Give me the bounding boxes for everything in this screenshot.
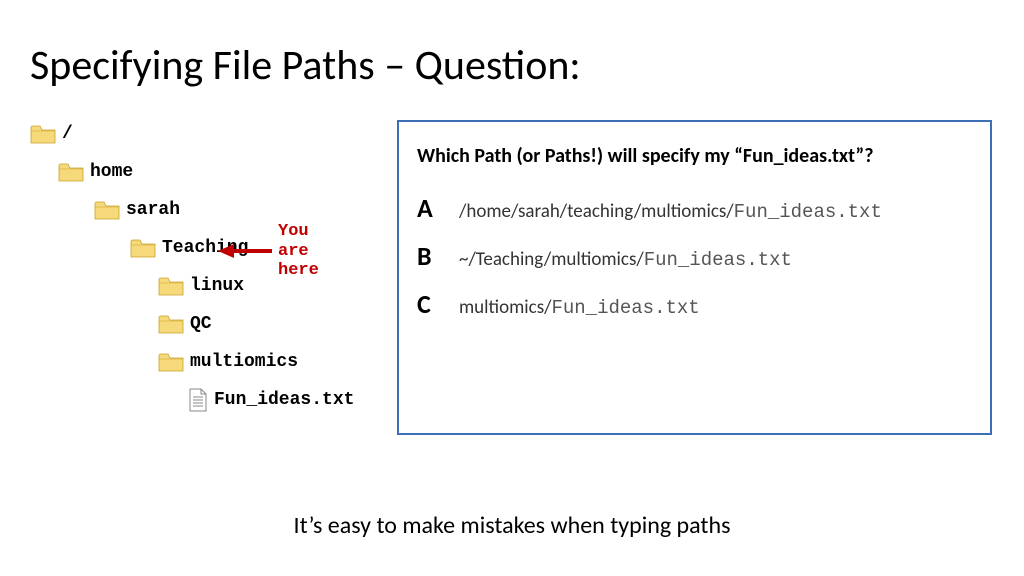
option-c: C multiomics/Fun_ideas.txt [417, 288, 972, 320]
tree-label-qc: QC [190, 314, 212, 334]
option-text: multiomics/Fun_ideas.txt [459, 296, 700, 319]
you-are-here-arrow-icon [218, 242, 274, 265]
folder-icon [130, 238, 156, 258]
you-are-here-label: You are here [278, 222, 319, 281]
annotation-line2: are [278, 242, 319, 262]
option-a: A /home/sarah/teaching/multiomics/Fun_id… [417, 192, 972, 224]
tree-row-multiomics: multiomics [30, 343, 354, 381]
annotation-line3: here [278, 261, 319, 281]
option-letter: B [417, 240, 459, 272]
question-prompt: Which Path (or Paths!) will specify my “… [417, 144, 972, 168]
tree-row-qc: QC [30, 305, 354, 343]
option-text: ~/Teaching/multiomics/Fun_ideas.txt [459, 248, 792, 271]
tree-row-file: Fun_ideas.txt [30, 381, 354, 419]
slide-container: Specifying File Paths – Question: / home… [0, 0, 1024, 576]
option-b: B ~/Teaching/multiomics/Fun_ideas.txt [417, 240, 972, 272]
folder-icon [158, 314, 184, 334]
footer-text: It’s easy to make mistakes when typing p… [0, 511, 1024, 540]
folder-icon [58, 162, 84, 182]
annotation-line1: You [278, 222, 319, 242]
tree-row-root: / [30, 115, 354, 153]
slide-title: Specifying File Paths – Question: [30, 40, 581, 91]
folder-icon [94, 200, 120, 220]
folder-icon [30, 124, 56, 144]
file-icon [188, 388, 208, 412]
option-letter: C [417, 288, 459, 320]
tree-label-root: / [62, 124, 73, 144]
tree-label-multiomics: multiomics [190, 352, 298, 372]
tree-label-home: home [90, 162, 133, 182]
tree-label-file: Fun_ideas.txt [214, 390, 354, 410]
tree-row-home: home [30, 153, 354, 191]
option-text: /home/sarah/teaching/multiomics/Fun_idea… [459, 200, 882, 223]
tree-label-linux: linux [190, 276, 244, 296]
folder-icon [158, 352, 184, 372]
question-box: Which Path (or Paths!) will specify my “… [397, 120, 992, 435]
option-letter: A [417, 192, 459, 224]
tree-label-sarah: sarah [126, 200, 180, 220]
folder-icon [158, 276, 184, 296]
